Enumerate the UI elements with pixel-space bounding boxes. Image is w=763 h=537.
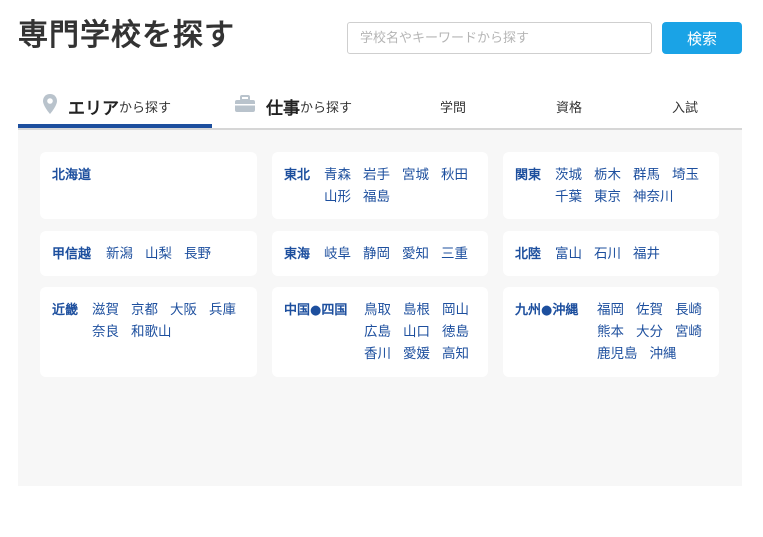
prefecture-link[interactable]: 青森 — [324, 164, 351, 186]
tab-job-suffix: から探す — [300, 100, 353, 116]
tab-job[interactable]: 仕事 から探す — [234, 84, 352, 128]
region-card-koshinetsu: 甲信越 新潟 山梨 長野 — [40, 231, 257, 276]
region-title[interactable]: 中国●四国 — [284, 299, 347, 318]
tab-field-of-study[interactable]: 学問 — [440, 84, 466, 128]
region-card-chugoku-shikoku: 中国●四国 鳥取 島根 岡山 広島 山口 徳島 香川 愛媛 高知 — [272, 287, 488, 377]
prefecture-list: 福岡 佐賀 長崎 熊本 大分 宮崎 鹿児島 沖縄 — [597, 299, 717, 365]
prefecture-link[interactable]: 岩手 — [363, 164, 390, 186]
region-card-tokai: 東海 岐阜 静岡 愛知 三重 — [272, 231, 488, 276]
prefecture-link[interactable]: 山口 — [403, 321, 430, 343]
prefecture-link[interactable]: 福井 — [633, 243, 660, 265]
region-title[interactable]: 甲信越 — [52, 243, 91, 262]
prefecture-link[interactable]: 山梨 — [145, 243, 172, 265]
prefecture-link[interactable]: 京都 — [131, 299, 158, 321]
region-card-kinki: 近畿 滋賀 京都 大阪 兵庫 奈良 和歌山 — [40, 287, 257, 377]
tab-qualification[interactable]: 資格 — [556, 84, 582, 128]
prefecture-link[interactable]: 福岡 — [597, 299, 624, 321]
prefecture-link[interactable]: 高知 — [442, 343, 469, 365]
prefecture-link[interactable]: 滋賀 — [92, 299, 119, 321]
prefecture-link[interactable]: 岡山 — [442, 299, 469, 321]
prefecture-link[interactable]: 静岡 — [363, 243, 390, 265]
region-title[interactable]: 北陸 — [515, 243, 541, 262]
prefecture-list: 岐阜 静岡 愛知 三重 — [324, 243, 484, 265]
prefecture-link[interactable]: 千葉 — [555, 186, 582, 208]
prefecture-link[interactable]: 島根 — [403, 299, 430, 321]
prefecture-link[interactable]: 石川 — [594, 243, 621, 265]
prefecture-link[interactable]: 香川 — [364, 343, 391, 365]
prefecture-link[interactable]: 鹿児島 — [597, 343, 638, 365]
prefecture-link[interactable]: 長崎 — [675, 299, 702, 321]
briefcase-icon — [234, 95, 256, 117]
prefecture-link[interactable]: 広島 — [364, 321, 391, 343]
prefecture-link[interactable]: 大阪 — [170, 299, 197, 321]
map-pin-icon — [42, 93, 58, 119]
region-card-tohoku: 東北 青森 岩手 宮城 秋田 山形 福島 — [272, 152, 488, 219]
tab-qualification-label: 資格 — [556, 100, 583, 116]
region-card-hokuriku: 北陸 富山 石川 福井 — [503, 231, 719, 276]
prefecture-list: 滋賀 京都 大阪 兵庫 奈良 和歌山 — [92, 299, 254, 343]
prefecture-link[interactable]: 神奈川 — [633, 186, 674, 208]
prefecture-link[interactable]: 茨城 — [555, 164, 582, 186]
prefecture-link[interactable]: 秋田 — [441, 164, 468, 186]
prefecture-link[interactable]: 熊本 — [597, 321, 624, 343]
region-card-kyushu-okinawa: 九州●沖縄 福岡 佐賀 長崎 熊本 大分 宮崎 鹿児島 沖縄 — [503, 287, 719, 377]
tab-job-label: 仕事 — [266, 98, 300, 119]
search-input[interactable] — [347, 22, 652, 54]
region-title[interactable]: 東海 — [284, 243, 310, 262]
prefecture-link[interactable]: 富山 — [555, 243, 582, 265]
prefecture-link[interactable]: 佐賀 — [636, 299, 663, 321]
search-button[interactable]: 検索 — [662, 22, 742, 54]
prefecture-link[interactable]: 東京 — [594, 186, 621, 208]
prefecture-list: 鳥取 島根 岡山 広島 山口 徳島 香川 愛媛 高知 — [364, 299, 486, 365]
prefecture-link[interactable]: 和歌山 — [131, 321, 172, 343]
tab-area[interactable]: エリア から探す — [42, 84, 171, 128]
prefecture-link[interactable]: 愛媛 — [403, 343, 430, 365]
area-panel: 北海道 東北 青森 岩手 宮城 秋田 山形 福島 関東 茨城 栃木 群馬 埼玉 … — [18, 130, 742, 486]
region-title[interactable]: 関東 — [515, 164, 541, 183]
prefecture-list: 茨城 栃木 群馬 埼玉 千葉 東京 神奈川 — [555, 164, 715, 208]
prefecture-link[interactable]: 奈良 — [92, 321, 119, 343]
prefecture-link[interactable]: 岐阜 — [324, 243, 351, 265]
prefecture-link[interactable]: 福島 — [363, 186, 390, 208]
prefecture-list: 富山 石川 福井 — [555, 243, 715, 265]
tab-area-label: エリア — [68, 98, 119, 119]
prefecture-link[interactable]: 鳥取 — [364, 299, 391, 321]
prefecture-link[interactable]: 兵庫 — [209, 299, 236, 321]
region-title[interactable]: 東北 — [284, 164, 310, 183]
region-title[interactable]: 北海道 — [52, 164, 91, 183]
prefecture-link[interactable]: 新潟 — [106, 243, 133, 265]
page-title: 専門学校を探す — [18, 18, 235, 53]
prefecture-link[interactable]: 三重 — [441, 243, 468, 265]
search-tabs: エリア から探す 仕事 から探す 学問 資格 入試 — [18, 84, 742, 130]
prefecture-link[interactable]: 山形 — [324, 186, 351, 208]
prefecture-link[interactable]: 宮城 — [402, 164, 429, 186]
tab-field-of-study-label: 学問 — [440, 100, 467, 116]
prefecture-link[interactable]: 栃木 — [594, 164, 621, 186]
prefecture-list: 新潟 山梨 長野 — [106, 243, 256, 265]
region-card-hokkaido: 北海道 — [40, 152, 257, 219]
region-title[interactable]: 九州●沖縄 — [515, 299, 578, 318]
prefecture-list: 青森 岩手 宮城 秋田 山形 福島 — [324, 164, 484, 208]
prefecture-link[interactable]: 群馬 — [633, 164, 660, 186]
prefecture-link[interactable]: 宮崎 — [675, 321, 702, 343]
tab-area-suffix: から探す — [119, 100, 172, 116]
tab-entrance-exam[interactable]: 入試 — [672, 84, 698, 128]
prefecture-link[interactable]: 沖縄 — [650, 343, 677, 365]
prefecture-link[interactable]: 長野 — [184, 243, 211, 265]
region-card-kanto: 関東 茨城 栃木 群馬 埼玉 千葉 東京 神奈川 — [503, 152, 719, 219]
prefecture-link[interactable]: 徳島 — [442, 321, 469, 343]
tab-entrance-exam-label: 入試 — [672, 100, 699, 116]
prefecture-link[interactable]: 大分 — [636, 321, 663, 343]
region-title[interactable]: 近畿 — [52, 299, 78, 318]
prefecture-link[interactable]: 埼玉 — [672, 164, 699, 186]
prefecture-link[interactable]: 愛知 — [402, 243, 429, 265]
